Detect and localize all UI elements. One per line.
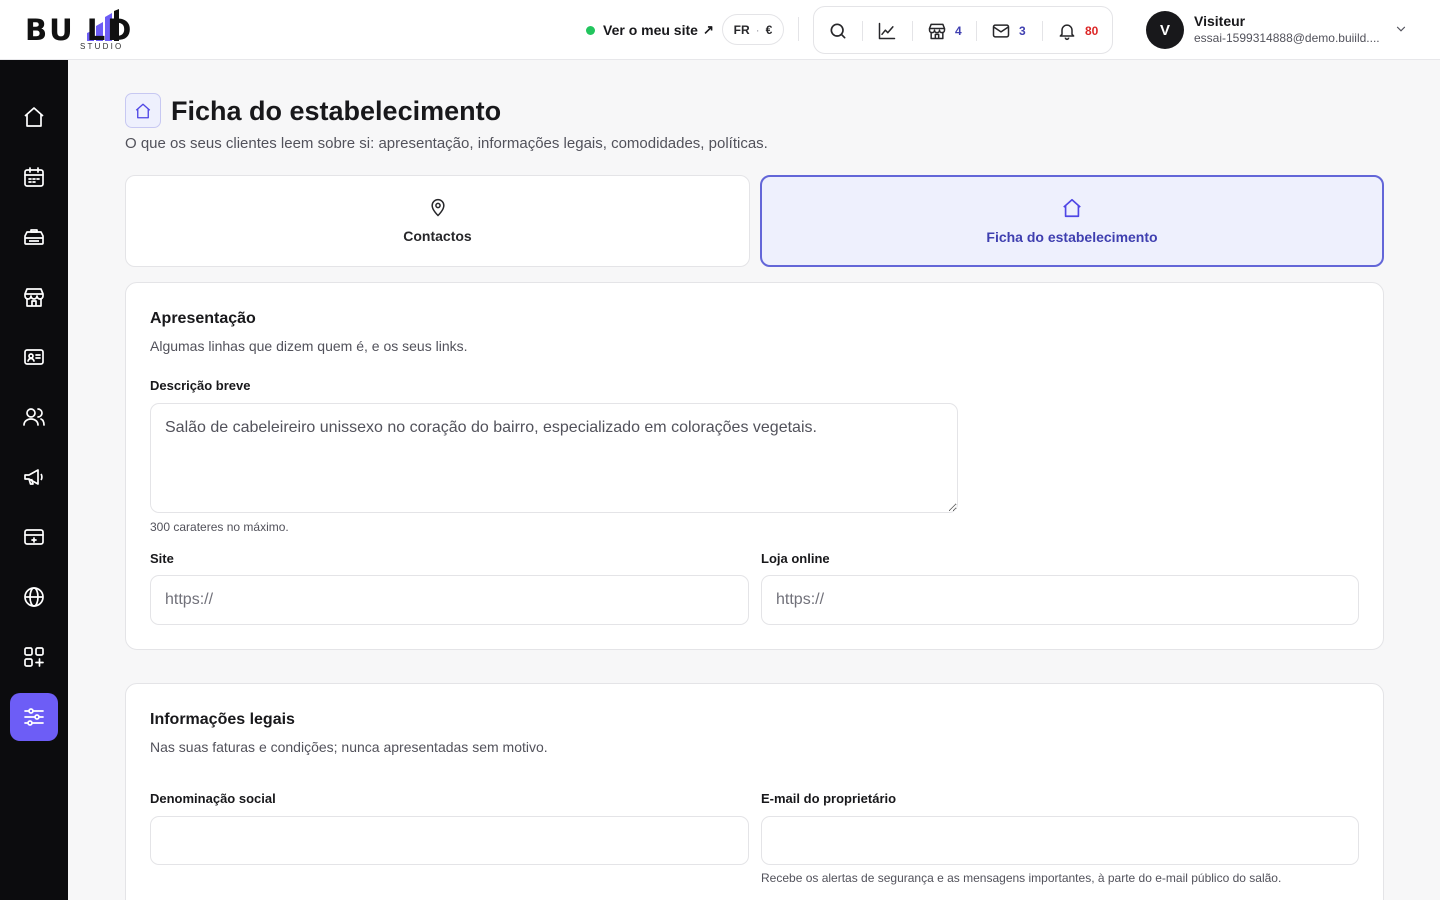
page-subtitle: O que os seus clientes leem sobre si: ap…: [125, 135, 768, 152]
search-icon: [830, 23, 846, 39]
sidebar-item-payments[interactable]: [10, 513, 58, 561]
mail-icon: [992, 24, 1010, 38]
sidebar-item-apps[interactable]: [10, 633, 58, 681]
avatar: V: [1146, 11, 1184, 49]
company-name-input[interactable]: [150, 816, 749, 865]
notifications-count-badge: 80: [1085, 24, 1099, 38]
divider: [976, 21, 977, 41]
currency-symbol: €: [765, 22, 773, 37]
sidebar-item-clients[interactable]: [10, 393, 58, 441]
store-icon: [928, 23, 946, 40]
online-shop-label: Loja online: [761, 551, 830, 566]
description-textarea[interactable]: Salão de cabeleireiro unissexo no coraçã…: [150, 403, 958, 513]
divider: [862, 21, 863, 41]
section-title: Informações legais: [150, 711, 295, 728]
tab-label: Ficha do estabelecimento: [986, 229, 1158, 245]
brand-logo[interactable]: BU LD STUDIO: [25, 9, 185, 53]
divider: [798, 17, 799, 41]
online-shop-url-input[interactable]: [761, 575, 1359, 625]
external-arrow-icon: ↗: [702, 22, 714, 37]
page-icon: [125, 93, 161, 128]
view-site-label: Ver o meu site: [603, 22, 698, 38]
brand-subtitle: STUDIO: [80, 42, 124, 51]
company-name-label: Denominação social: [150, 791, 276, 806]
owner-email-input[interactable]: [761, 816, 1359, 865]
description-label: Descrição breve: [150, 378, 251, 393]
user-email: essai-1599314888@demo.buiild....: [1194, 31, 1380, 45]
home-icon: [135, 103, 151, 118]
page-title: Ficha do estabelecimento: [171, 96, 502, 126]
divider: [912, 21, 913, 41]
section-title: Apresentação: [150, 310, 256, 327]
messages-button[interactable]: 3: [991, 19, 1026, 43]
home-icon: [24, 107, 44, 127]
settings-sliders-icon: [24, 708, 44, 726]
clients-icon: [23, 408, 45, 426]
sidebar-item-store[interactable]: [10, 273, 58, 321]
online-status-dot: [586, 25, 595, 35]
bell-icon: [1059, 24, 1075, 41]
tab-label: Contactos: [403, 228, 472, 244]
services-icon: [24, 229, 44, 245]
description-hint: 300 carateres no máximo.: [150, 520, 289, 534]
toolbar: 4 3 80: [813, 6, 1113, 54]
section-subtitle: Nas suas faturas e condições; nunca apre…: [150, 739, 548, 755]
sidebar: [0, 60, 68, 900]
divider: [1042, 21, 1043, 41]
store-button[interactable]: 4: [927, 19, 962, 43]
location-pin-icon: [430, 198, 445, 217]
chevron-down-icon: [1396, 26, 1406, 32]
language-currency-switcher[interactable]: FR · €: [722, 14, 784, 45]
store-icon: [24, 288, 44, 307]
messages-count-badge: 3: [1019, 24, 1026, 38]
sidebar-item-settings[interactable]: [10, 693, 58, 741]
megaphone-icon: [24, 469, 43, 485]
owner-email-hint: Recebe os alertas de segurança e as mens…: [761, 871, 1282, 885]
store-count-badge: 4: [955, 24, 962, 38]
owner-email-label: E-mail do proprietário: [761, 791, 897, 806]
legal-info-section: Informações legais Nas suas faturas e co…: [125, 683, 1384, 900]
notifications-button[interactable]: 80: [1057, 19, 1098, 43]
presentation-section: Apresentação Algumas linhas que dizem qu…: [125, 282, 1384, 650]
top-bar: BU LD STUDIO Ver o meu site ↗ FR · € 4 3: [0, 0, 1440, 60]
tab-contacts[interactable]: Contactos: [125, 175, 750, 267]
sidebar-item-calendar[interactable]: [10, 153, 58, 201]
home-icon: [1063, 198, 1081, 218]
sidebar-item-services[interactable]: [10, 213, 58, 261]
site-label: Site: [150, 551, 174, 566]
tab-establishment-profile[interactable]: Ficha do estabelecimento: [760, 175, 1384, 267]
site-url-input[interactable]: [150, 575, 749, 625]
sidebar-item-marketing[interactable]: [10, 453, 58, 501]
contact-card-icon: [24, 349, 44, 365]
view-site-link[interactable]: Ver o meu site ↗: [586, 18, 714, 42]
globe-icon: [24, 587, 44, 607]
calendar-icon: [24, 167, 44, 187]
sidebar-item-home[interactable]: [10, 93, 58, 141]
separator-dot: ·: [755, 22, 760, 37]
apps-icon: [24, 647, 44, 667]
payment-icon: [24, 529, 44, 545]
section-subtitle: Algumas linhas que dizem quem é, e os se…: [150, 338, 468, 354]
language-code: FR: [733, 22, 750, 37]
user-menu[interactable]: V Visiteur essai-1599314888@demo.buiild.…: [1146, 10, 1416, 50]
sidebar-item-contacts[interactable]: [10, 333, 58, 381]
analytics-button[interactable]: [877, 19, 897, 43]
analytics-icon: [878, 22, 896, 40]
search-button[interactable]: [828, 19, 848, 43]
sidebar-item-website[interactable]: [10, 573, 58, 621]
user-name: Visiteur: [1194, 13, 1246, 29]
